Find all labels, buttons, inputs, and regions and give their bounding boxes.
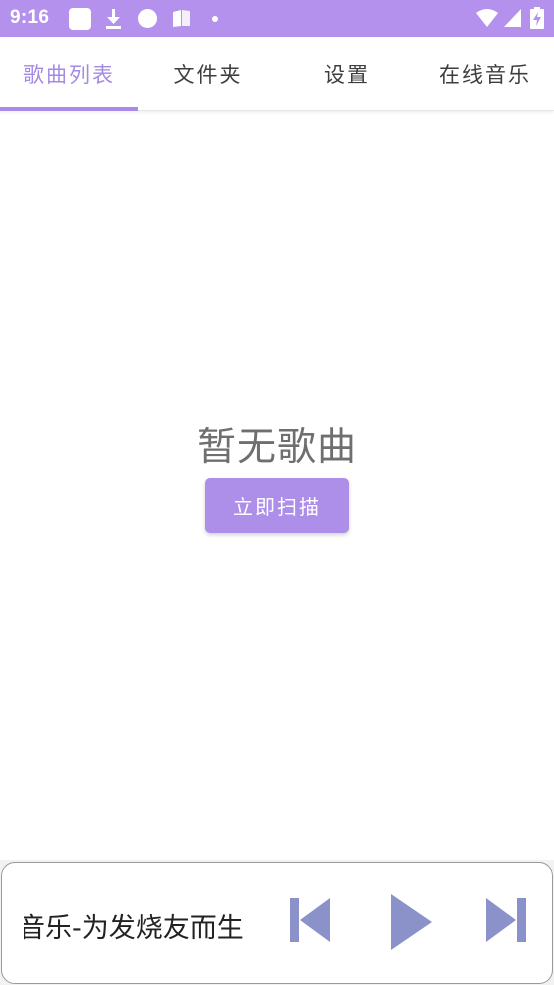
mini-player[interactable]: 音乐-为发烧友而生 — [1, 862, 553, 984]
dot-icon — [212, 16, 218, 22]
status-time: 9:16 — [10, 7, 50, 28]
app-square-icon — [69, 8, 91, 30]
play-icon[interactable] — [389, 893, 433, 951]
empty-state-title: 暂无歌曲 — [196, 425, 357, 470]
tab-settings[interactable]: 设置 — [278, 37, 416, 111]
battery-charging-icon — [530, 7, 544, 29]
tab-indicator — [0, 107, 138, 111]
download-icon — [106, 9, 121, 29]
skip-next-icon[interactable] — [486, 896, 526, 944]
tab-song-list[interactable]: 歌曲列表 — [0, 37, 138, 111]
circle-icon — [138, 9, 157, 28]
wifi-icon — [476, 9, 498, 27]
track-title: 音乐-为发烧友而生 — [24, 913, 244, 944]
signal-icon — [504, 9, 521, 27]
scan-now-button[interactable]: 立即扫描 — [205, 478, 349, 533]
tab-bar: 歌曲列表 文件夹 设置 在线音乐 — [0, 37, 554, 111]
track-marquee[interactable]: 音乐-为发烧友而生 — [24, 906, 248, 946]
status-bar: 9:16 — [0, 0, 554, 37]
tab-online-music[interactable]: 在线音乐 — [416, 37, 554, 111]
book-icon — [173, 10, 190, 27]
tab-folder[interactable]: 文件夹 — [139, 37, 277, 111]
skip-previous-icon[interactable] — [290, 896, 330, 944]
